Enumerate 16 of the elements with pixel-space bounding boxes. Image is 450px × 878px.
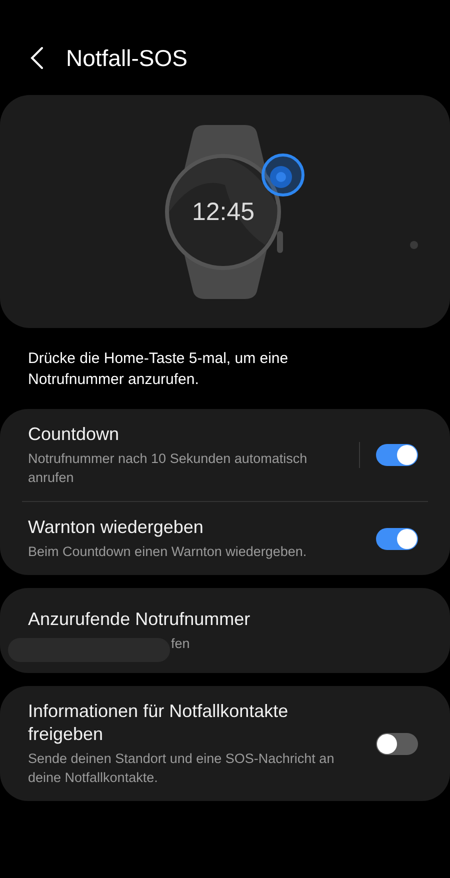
setting-title: Informationen für Notfallkontakte freigeben: [28, 700, 290, 746]
setting-subtitle: fen: [171, 635, 190, 653]
setting-subtitle: Sende deinen Standort und eine SOS-Nachricht an deine Notfallkontakte.: [28, 750, 336, 787]
back-button[interactable]: [28, 45, 46, 71]
setting-title: Countdown: [28, 423, 120, 446]
page-indicator-icon: [410, 241, 418, 249]
watch-time: 12:45: [192, 197, 255, 228]
setting-subtitle: Beim Countdown einen Warnton wiedergeben.: [28, 543, 308, 561]
setting-title: Warnton wiedergeben: [28, 516, 204, 539]
page-title: Notfall-SOS: [66, 44, 188, 73]
description-text: Drücke die Home-Taste 5-mal, um eine Notrufnummer anzurufen.: [27, 349, 290, 390]
toggle-switch[interactable]: [376, 732, 418, 754]
toggle-switch[interactable]: [376, 444, 418, 466]
setting-title: Anzurufende Notrufnummer: [28, 608, 252, 631]
setting-subtitle: Notrufnummer nach 10 Sekunden automatisch anrufen: [28, 450, 308, 487]
toggle-switch[interactable]: [376, 528, 418, 550]
